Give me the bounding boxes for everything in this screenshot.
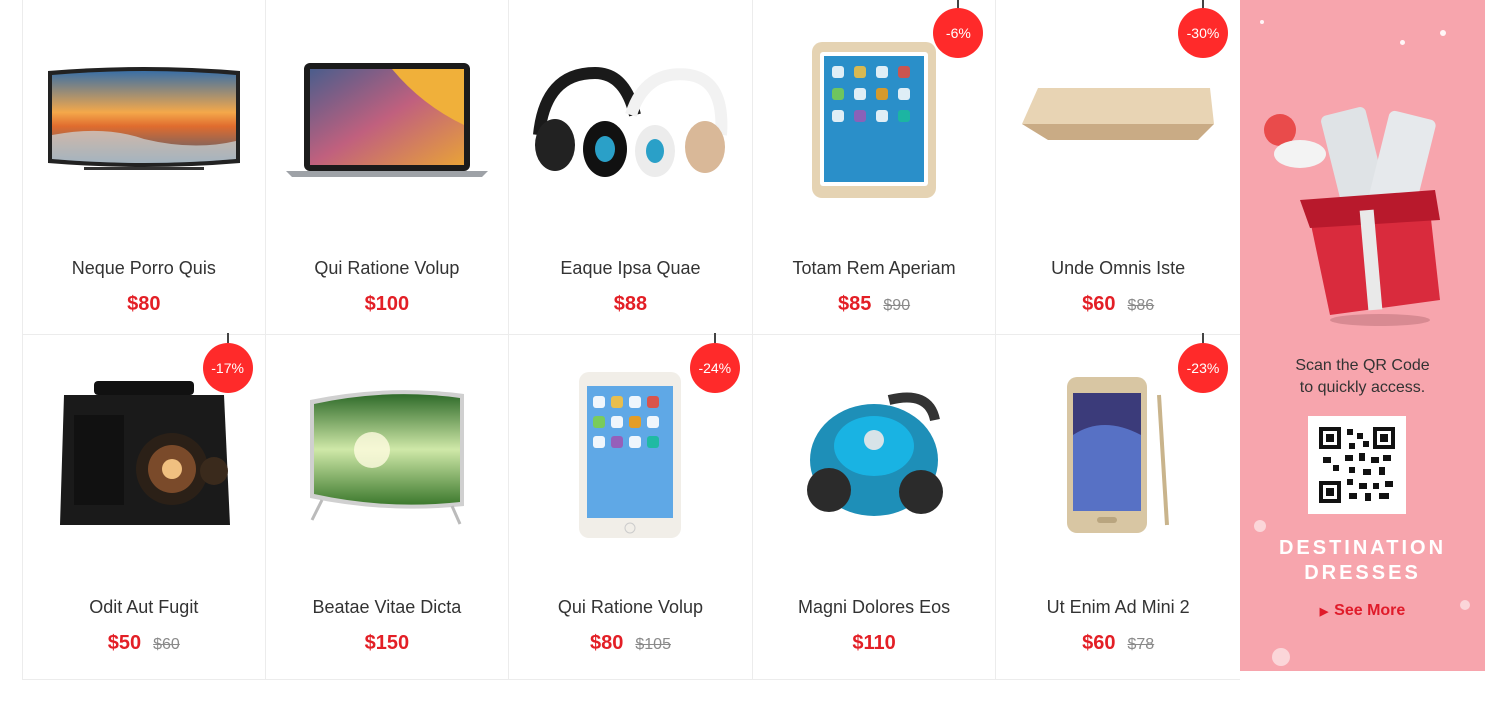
product-prices: $80 — [23, 293, 265, 316]
product-card[interactable]: -6% Totam Rem Aperiam $85 $90 — [752, 0, 997, 335]
vacuum-cleaner-image — [807, 392, 944, 516]
product-prices: $85 $90 — [753, 293, 996, 316]
product-price: $60 — [1082, 293, 1116, 315]
product-price: $150 — [364, 632, 410, 654]
product-name[interactable]: Odit Aut Fugit — [23, 597, 265, 618]
speaker-image — [59, 381, 230, 525]
product-name[interactable]: Magni Dolores Eos — [753, 597, 996, 618]
product-prices: $50 $60 — [23, 632, 265, 655]
product-old-price: $86 — [1127, 297, 1155, 314]
headphones-image — [533, 66, 728, 177]
product-image[interactable] — [996, 20, 1240, 220]
product-price: $110 — [852, 632, 896, 654]
product-old-price: $105 — [635, 636, 671, 653]
product-card[interactable]: Beatae Vitae Dicta $150 — [265, 335, 510, 680]
product-image[interactable] — [266, 355, 509, 555]
confetti-dot — [1440, 30, 1446, 36]
product-card[interactable]: -24% Qui Ratione Volup $80 $105 — [509, 333, 753, 680]
product-prices: $100 — [266, 293, 509, 316]
product-image[interactable] — [266, 20, 509, 220]
product-image[interactable] — [996, 355, 1240, 555]
product-name[interactable]: Unde Omnis Iste — [996, 258, 1240, 279]
gold-laptop-image — [1022, 88, 1215, 140]
confetti-dot — [1400, 40, 1405, 45]
product-name[interactable]: Ut Enim Ad Mini 2 — [996, 597, 1240, 618]
product-prices: $60 $86 — [996, 293, 1240, 316]
scan-line-2: to quickly access. — [1299, 379, 1426, 396]
product-prices: $150 — [266, 632, 509, 655]
promo-title: DESTINATION DRESSES — [1240, 536, 1485, 586]
product-image[interactable] — [753, 355, 996, 555]
caret-right-icon: ▶ — [1319, 606, 1329, 618]
tablet-image — [812, 42, 937, 198]
product-card[interactable]: Eaque Ipsa Quae $88 — [509, 0, 753, 335]
promo-title-line-1: DESTINATION — [1278, 537, 1447, 559]
product-card[interactable]: Magni Dolores Eos $110 — [752, 335, 997, 680]
product-price: $60 — [1082, 632, 1116, 654]
product-name[interactable]: Eaque Ipsa Quae — [509, 258, 752, 279]
see-more-label: See More — [1334, 602, 1406, 619]
confetti-dot — [1272, 648, 1290, 666]
curved-tv-forest-image — [309, 390, 464, 525]
product-price: $80 — [127, 293, 161, 315]
product-old-price: $78 — [1127, 636, 1155, 653]
promo-banner[interactable]: Scan the QR Code to quickly access. DEST… — [1240, 0, 1485, 671]
product-card[interactable]: Qui Ratione Volup $100 — [265, 0, 510, 335]
laptop-image — [285, 63, 488, 177]
scan-instructions: Scan the QR Code to quickly access. — [1240, 355, 1485, 399]
product-price: $85 — [838, 293, 872, 315]
confetti-dot — [1260, 20, 1264, 24]
product-image[interactable] — [23, 20, 265, 220]
product-image[interactable] — [753, 20, 996, 220]
qr-code-icon — [1319, 427, 1395, 503]
product-price: $88 — [613, 293, 648, 315]
confetti-dot — [1254, 520, 1266, 532]
product-card[interactable]: -17% Odit Aut Fugit $50 $60 — [22, 333, 266, 680]
scan-line-1: Scan the QR Code — [1295, 357, 1430, 374]
product-card[interactable]: -30% Unde Omnis Iste $60 $86 — [996, 0, 1240, 335]
product-price: $50 — [107, 632, 142, 654]
product-image[interactable] — [509, 20, 752, 220]
product-card[interactable]: Neque Porro Quis $80 — [22, 0, 266, 335]
product-name[interactable]: Beatae Vitae Dicta — [266, 597, 509, 618]
tablet-mini-image — [579, 372, 682, 538]
product-name[interactable]: Qui Ratione Volup — [509, 597, 752, 618]
product-name[interactable]: Qui Ratione Volup — [266, 258, 509, 279]
product-name[interactable]: Neque Porro Quis — [23, 258, 265, 279]
product-price: $80 — [590, 632, 624, 654]
product-prices: $110 — [753, 632, 996, 655]
product-price: $100 — [364, 293, 410, 315]
see-more-link[interactable]: ▶ See More — [1240, 602, 1485, 620]
product-name[interactable]: Totam Rem Aperiam — [753, 258, 996, 279]
qr-code[interactable] — [1308, 416, 1406, 514]
smartphone-image — [1067, 377, 1170, 533]
curved-tv-image — [47, 67, 240, 170]
promo-title-line-2: DRESSES — [1304, 562, 1421, 584]
product-card[interactable]: -23% Ut Enim Ad Mini 2 $60 $78 — [996, 333, 1240, 680]
product-prices: $88 — [509, 293, 752, 316]
product-prices: $60 $78 — [996, 632, 1240, 655]
product-image[interactable] — [23, 355, 265, 555]
product-grid: Neque Porro Quis $80 Qui Ratione Volup $… — [22, 0, 1240, 680]
product-old-price: $90 — [883, 297, 911, 314]
product-image[interactable] — [509, 355, 752, 555]
product-old-price: $60 — [153, 636, 180, 653]
gift-box-illustration — [1264, 107, 1440, 326]
product-prices: $80 $105 — [509, 632, 752, 655]
